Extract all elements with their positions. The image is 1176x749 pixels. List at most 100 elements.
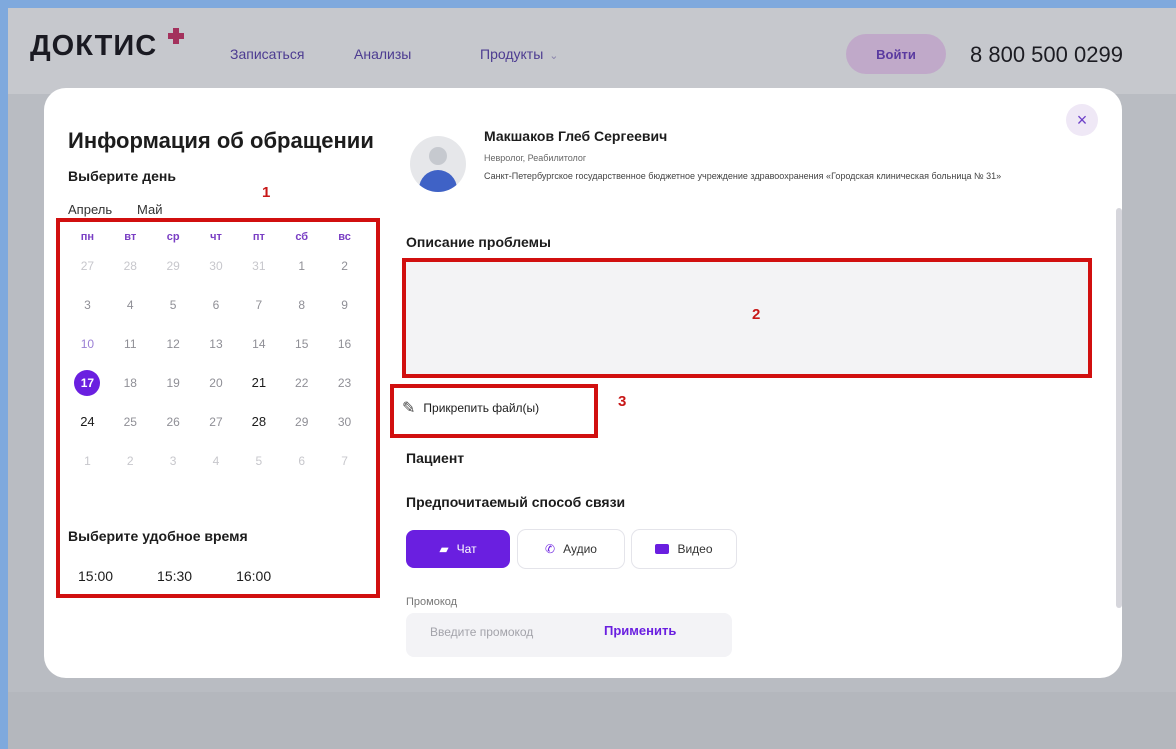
logo-cross-icon bbox=[168, 28, 184, 44]
calendar-day: 18 bbox=[123, 375, 137, 390]
calendar-day: 1 bbox=[84, 453, 91, 468]
contact-audio-button[interactable]: ✆ Аудио bbox=[518, 530, 624, 568]
calendar: пн вт ср чт пт сб вс 27 28 29 30 31 1 2 … bbox=[66, 228, 366, 480]
calendar-day: 7 bbox=[255, 297, 263, 312]
weekday-label: вт bbox=[124, 231, 137, 243]
calendar-day: 3 bbox=[169, 453, 177, 468]
weekday-label: вс bbox=[338, 231, 351, 243]
calendar-day: 6 bbox=[212, 297, 220, 312]
calendar-day: 26 bbox=[166, 414, 180, 429]
contact-video-button[interactable]: Видео bbox=[632, 530, 736, 568]
doctor-clinic: Санкт-Петербургское государственное бюдж… bbox=[484, 171, 1002, 181]
calendar-day-available[interactable]: 24 bbox=[74, 409, 100, 435]
month-april[interactable]: Апрель bbox=[68, 202, 112, 217]
promo-label: Промокод bbox=[406, 596, 458, 608]
calendar-day: 25 bbox=[123, 414, 137, 429]
calendar-week: 17 18 19 20 21 22 23 bbox=[66, 363, 366, 402]
contact-method-label: Предпочитаемый способ связи bbox=[406, 494, 626, 510]
phone-number[interactable]: 8 800 500 0299 bbox=[970, 42, 1123, 68]
weekday-label: чт bbox=[210, 231, 222, 243]
appointment-modal: × Информация об обращении Выберите день … bbox=[44, 88, 1122, 678]
calendar-day: 9 bbox=[341, 297, 348, 312]
calendar-day: 11 bbox=[124, 336, 137, 351]
contact-chat-label: Чат bbox=[456, 542, 477, 556]
apply-promo-button[interactable]: Применить bbox=[604, 623, 676, 638]
calendar-day: 27 bbox=[80, 258, 95, 273]
calendar-day: 31 bbox=[252, 258, 266, 273]
chevron-down-icon: ⌄ bbox=[549, 50, 559, 62]
calendar-day: 28 bbox=[123, 258, 137, 273]
calendar-day: 12 bbox=[166, 336, 180, 351]
contact-chat-button[interactable]: ▰ Чат bbox=[406, 530, 510, 568]
time-slot-button[interactable]: 15:00 bbox=[68, 566, 123, 586]
calendar-day: 15 bbox=[295, 336, 309, 351]
calendar-weekdays: пн вт ср чт пт сб вс bbox=[66, 228, 366, 246]
annotation-marker-3: 3 bbox=[618, 393, 627, 410]
calendar-day: 2 bbox=[126, 453, 134, 468]
time-slot-button[interactable]: 16:00 bbox=[226, 566, 281, 586]
video-camera-icon bbox=[655, 544, 670, 554]
calendar-day: 16 bbox=[337, 336, 352, 351]
login-button[interactable]: Войти bbox=[846, 34, 946, 74]
weekday-label: пт bbox=[252, 231, 265, 243]
nav-products-label: Продукты bbox=[480, 46, 544, 62]
calendar-day: 8 bbox=[298, 297, 306, 312]
page-background-bottom bbox=[8, 692, 1176, 749]
calendar-day: 30 bbox=[337, 414, 352, 429]
site-header: ДОКТИС Записаться Анализы Продукты ⌄ Войт… bbox=[8, 8, 1176, 94]
chat-icon: ▰ bbox=[439, 542, 449, 556]
window-frame-top bbox=[0, 0, 1176, 8]
calendar-day: 1 bbox=[298, 258, 306, 273]
calendar-week: 10 11 12 13 14 15 16 bbox=[66, 324, 366, 363]
calendar-day: 13 bbox=[209, 336, 223, 351]
window-frame-left bbox=[0, 0, 8, 749]
page-title: Информация об обращении bbox=[68, 128, 374, 153]
calendar-day-available[interactable]: 28 bbox=[246, 409, 272, 435]
calendar-day: 5 bbox=[169, 297, 177, 312]
calendar-week: 24 25 26 27 28 29 30 bbox=[66, 402, 366, 441]
calendar-day: 20 bbox=[209, 375, 223, 390]
annotation-marker-1: 1 bbox=[262, 184, 271, 201]
nav-book[interactable]: Записаться bbox=[230, 46, 304, 62]
calendar-day: 7 bbox=[341, 453, 348, 468]
doctor-name: Макшаков Глеб Сергеевич bbox=[484, 128, 668, 144]
calendar-day: 23 bbox=[337, 375, 352, 390]
calendar-day: 2 bbox=[341, 258, 348, 273]
calendar-day: 29 bbox=[295, 414, 309, 429]
time-slot-button[interactable]: 15:30 bbox=[147, 566, 202, 586]
calendar-day-available[interactable]: 21 bbox=[246, 370, 272, 396]
calendar-day: 6 bbox=[298, 453, 306, 468]
calendar-day: 29 bbox=[166, 258, 180, 273]
calendar-day: 22 bbox=[295, 375, 309, 390]
calendar-day-selected[interactable]: 17 bbox=[74, 369, 101, 396]
annotation-box-2 bbox=[402, 258, 1092, 378]
calendar-day: 14 bbox=[252, 336, 266, 351]
calendar-day: 19 bbox=[166, 375, 180, 390]
nav-tests[interactable]: Анализы bbox=[354, 46, 411, 62]
problem-label: Описание проблемы bbox=[406, 234, 551, 250]
calendar-day: 10 bbox=[80, 336, 95, 351]
weekday-label: пн bbox=[80, 231, 95, 243]
calendar-week: 3 4 5 6 7 8 9 bbox=[66, 285, 366, 324]
nav-products[interactable]: Продукты ⌄ bbox=[480, 46, 558, 62]
month-may[interactable]: Май bbox=[137, 202, 162, 217]
phone-icon: ✆ bbox=[545, 542, 556, 556]
contact-audio-label: Аудио bbox=[563, 542, 597, 556]
calendar-day: 5 bbox=[255, 453, 263, 468]
time-slots: 15:00 15:30 16:00 bbox=[68, 566, 281, 586]
contact-video-label: Видео bbox=[677, 542, 713, 556]
calendar-day: 30 bbox=[209, 258, 223, 273]
choose-day-label: Выберите день bbox=[68, 168, 176, 184]
doctor-specialty: Невролог, Реабилитолог bbox=[484, 153, 587, 163]
calendar-day: 4 bbox=[212, 453, 220, 468]
logo[interactable]: ДОКТИС bbox=[30, 30, 157, 63]
promo-box: Применить bbox=[406, 613, 732, 657]
choose-time-label: Выберите удобное время bbox=[68, 528, 248, 544]
calendar-day: 27 bbox=[209, 414, 223, 429]
promo-code-input[interactable] bbox=[430, 625, 600, 639]
patient-label: Пациент bbox=[406, 450, 465, 466]
scrollbar[interactable] bbox=[1116, 208, 1122, 608]
close-button[interactable]: × bbox=[1066, 104, 1098, 136]
calendar-week: 1 2 3 4 5 6 7 bbox=[66, 441, 366, 480]
weekday-label: ср bbox=[166, 231, 180, 243]
